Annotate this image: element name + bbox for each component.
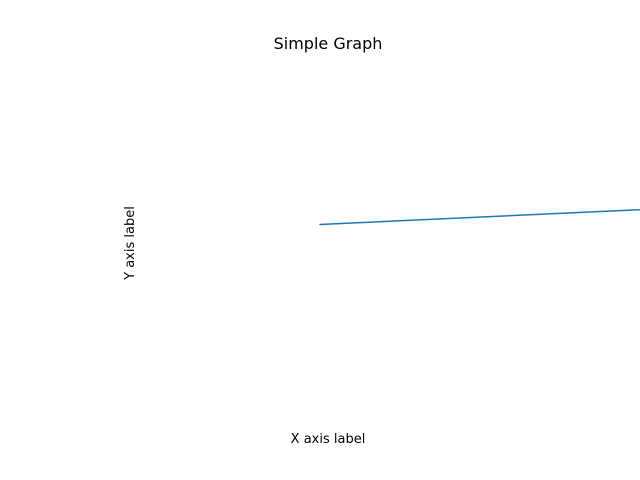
- series-line-1: [319, 208, 640, 226]
- chart-title: Simple Graph: [274, 34, 383, 53]
- chart-figure: Simple Graph X axis label Y axis label: [0, 0, 640, 480]
- chart-canvas: Simple Graph X axis label Y axis label: [123, 34, 640, 447]
- series-layer: [319, 208, 640, 226]
- y-axis-label: Y axis label: [123, 206, 138, 281]
- x-axis-label: X axis label: [291, 432, 366, 447]
